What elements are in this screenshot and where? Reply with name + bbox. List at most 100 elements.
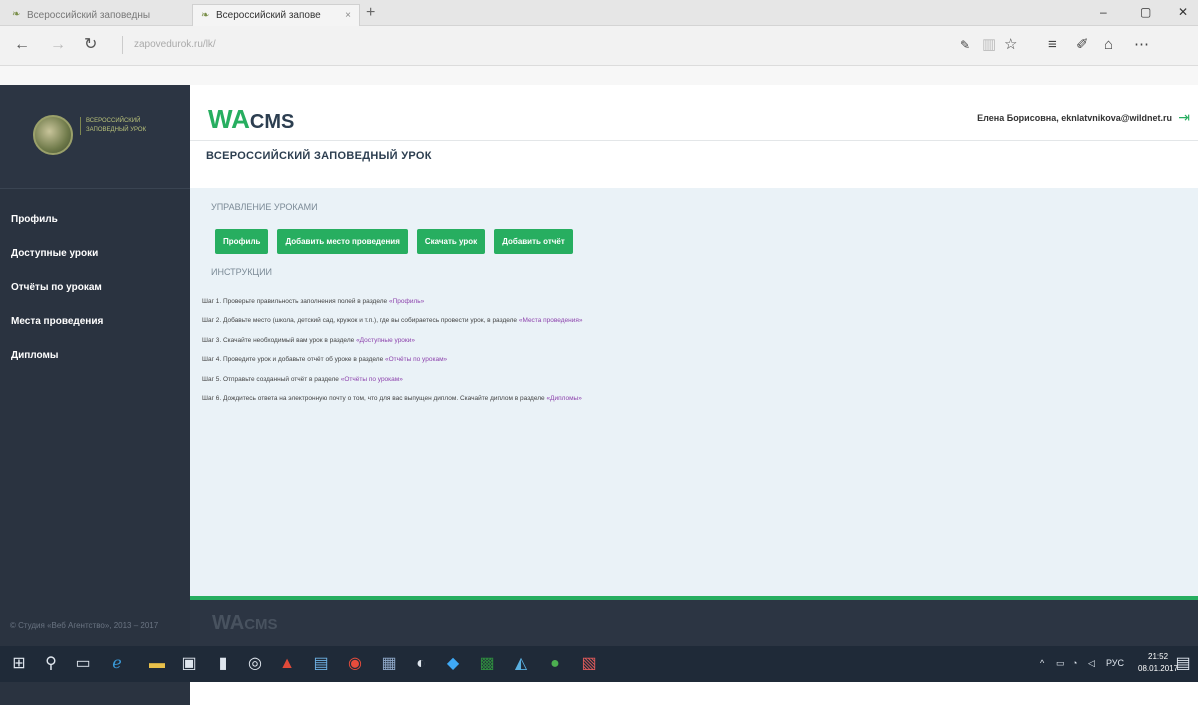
sidebar-menu: Профиль Доступные уроки Отчёты по урокам… [0,203,190,373]
close-window-button[interactable]: ✕ [1178,3,1188,21]
sidebar-item-available-lessons[interactable]: Доступные уроки [0,237,190,271]
instructions-title: ИНСТРУКЦИИ [211,267,273,277]
instruction-steps: Шаг 1. Проверьте правильность заполнения… [202,292,1182,408]
brand-logo[interactable]: WACMS [208,104,294,137]
logo-text: ВСЕРОССИЙСКИЙ ЗАПОВЕДНЫЙ УРОК [80,117,170,135]
browser-tab-inactive[interactable]: ❧ Всероссийский заповедны [4,4,190,26]
logo-block[interactable]: ВСЕРОССИЙСКИЙ ЗАПОВЕДНЫЙ УРОК [0,85,190,189]
download-lesson-button[interactable]: Скачать урок [416,229,486,254]
tray-volume-icon[interactable]: ◁ [1088,656,1095,670]
tray-arrow-icon[interactable]: ^ [1040,656,1044,670]
step-link-profile[interactable]: «Профиль» [389,298,424,305]
refresh-icon[interactable]: ↻ [84,35,97,55]
brand-cms: CMS [249,111,295,133]
messenger-icon[interactable]: ◆ [442,653,464,675]
photos-app-icon[interactable]: ▦ [378,653,400,675]
sidebar: ВСЕРОССИЙСКИЙ ЗАПОВЕДНЫЙ УРОК Профиль До… [0,85,190,705]
sidebar-item-diplomas[interactable]: Дипломы [0,339,190,373]
image-viewer-icon[interactable]: ▧ [578,653,600,675]
forward-icon[interactable]: → [50,35,66,55]
document-icon[interactable]: ▮ [212,653,234,675]
tray-network-icon[interactable]: ◔ [1072,656,1077,670]
step-text: Шаг 3. Скачайте необходимый вам урок в р… [202,336,357,344]
step-text: Шаг 2. Добавьте место (школа, детский са… [202,317,519,325]
instruction-step: Шаг 6. Дождитесь ответа на электронную п… [202,389,1182,408]
brand-wa: WA [208,104,250,134]
add-venue-button[interactable]: Добавить место проведения [277,229,408,254]
favorite-star-icon[interactable]: ☆ [1004,35,1017,55]
web-note-icon[interactable]: ✐ [1076,35,1089,55]
browser-tab-bar: ❧ Всероссийский заповедны ❧ Всероссийски… [0,0,1198,26]
instruction-step: Шаг 1. Проверьте правильность заполнения… [202,292,1182,311]
excel-icon[interactable]: ▩ [476,653,498,675]
instruction-step: Шаг 2. Добавьте место (школа, детский са… [202,311,1182,330]
pdf-reader-icon[interactable]: ▲ [276,653,298,675]
sidebar-item-venues[interactable]: Места проведения [0,305,190,339]
step-link-available-lessons[interactable]: «Доступные уроки» [356,337,415,344]
user-info[interactable]: Елена Борисовна, eknlatvnikova@wildnet.r… [977,113,1172,123]
step-link-diplomas[interactable]: «Дипломы» [546,395,581,402]
instruction-step: Шаг 5. Отправьте созданный отчёт в разде… [202,370,1182,389]
search-icon[interactable]: ⚲ [40,653,62,675]
logout-icon[interactable]: ⇥ [1178,109,1190,125]
windows-taskbar: ⊞ ⚲ ▭ ℯ ▬ ▣ ▮ ◎ ▲ ▤ ◉ ▦ ◐ ◆ ▩ ◭ ● ▧ ^ ▭ … [0,646,1198,682]
sidebar-item-lesson-reports[interactable]: Отчёты по урокам [0,271,190,305]
yandex-browser-icon[interactable]: ◉ [344,653,366,675]
notifications-icon[interactable]: ▤ [1172,653,1194,675]
app-icon[interactable]: ◎ [244,653,266,675]
step-text: Шаг 1. Проверьте правильность заполнения… [202,298,389,305]
instruction-step: Шаг 3. Скачайте необходимый вам урок в р… [202,331,1182,350]
footer-brand-cms: CMS [244,616,278,633]
tray-battery-icon[interactable]: ▭ [1056,656,1065,670]
step-text: Шаг 6. Дождитесь ответа на электронную п… [202,394,547,402]
header-divider [190,140,1198,141]
step-text: Шаг 4. Проведите урок и добавьте отчёт о… [202,356,386,364]
footer-brand-wa: WA [212,612,245,634]
tab-title: Всероссийский запове [216,10,321,21]
more-icon[interactable]: ⋯ [1134,35,1149,55]
footer-brand-logo: WACMS [212,610,278,638]
store-icon[interactable]: ▣ [178,653,200,675]
address-separator [122,36,123,54]
sidebar-copyright: © Студия «Веб Агентство», 2013 – 2017 [10,621,159,630]
start-icon[interactable]: ⊞ [8,653,30,675]
share-icon[interactable]: ⌂ [1104,35,1113,55]
tab-title: Всероссийский заповедны [27,9,151,21]
url-field[interactable]: zapovedurok.ru/lk/ [134,39,216,50]
reading-view-icon[interactable]: ✎ [960,35,970,55]
paint-icon[interactable]: ◭ [510,653,532,675]
page-top-gap [0,66,1198,85]
section-title: УПРАВЛЕНИЕ УРОКАМИ [211,202,318,212]
action-buttons: Профиль Добавить место проведения Скачат… [215,229,573,254]
site-favicon-icon: ❧ [12,9,21,20]
tab-close-icon[interactable]: × [345,10,351,21]
step-text: Шаг 5. Отправьте созданный отчёт в разде… [202,375,341,383]
page-header: WACMS Елена Борисовна, eknlatvnikova@wil… [190,85,1198,188]
site-favicon-icon: ❧ [201,9,210,21]
step-link-lesson-reports[interactable]: «Отчёты по урокам» [341,376,403,383]
add-report-button[interactable]: Добавить отчёт [494,229,573,254]
hub-icon[interactable]: ≡ [1048,35,1057,55]
yandex-icon[interactable]: ◐ [410,653,432,675]
language-indicator[interactable]: РУС [1106,656,1124,670]
page-footer: WACMS [190,600,1198,646]
browser-tab-active[interactable]: ❧ Всероссийский запове × [192,4,360,26]
maximize-button[interactable]: ▢ [1140,3,1151,21]
profile-button[interactable]: Профиль [215,229,269,254]
step-link-venues[interactable]: «Места проведения» [519,317,583,324]
minimize-button[interactable]: – [1100,3,1107,21]
task-view-icon[interactable]: ▭ [72,653,94,675]
reading-list-icon[interactable]: ▥ [982,35,996,55]
edge-browser-icon[interactable]: ℯ [106,653,128,675]
monitor-app-icon[interactable]: ▤ [310,653,332,675]
file-explorer-icon[interactable]: ▬ [146,653,168,675]
step-link-lesson-reports[interactable]: «Отчёты по урокам» [385,356,447,363]
logo-emblem-icon [33,115,73,155]
instruction-step: Шаг 4. Проведите урок и добавьте отчёт о… [202,350,1182,369]
main-content: УПРАВЛЕНИЕ УРОКАМИ Профиль Добавить мест… [190,188,1198,596]
new-tab-button[interactable]: + [366,3,375,23]
back-icon[interactable]: ← [14,35,30,55]
address-bar: ← → ↻ zapovedurok.ru/lk/ ✎ ▥ ☆ ≡ ✐ ⌂ ⋯ [0,26,1198,66]
chrome-icon[interactable]: ● [544,653,566,675]
sidebar-item-profile[interactable]: Профиль [0,203,190,237]
